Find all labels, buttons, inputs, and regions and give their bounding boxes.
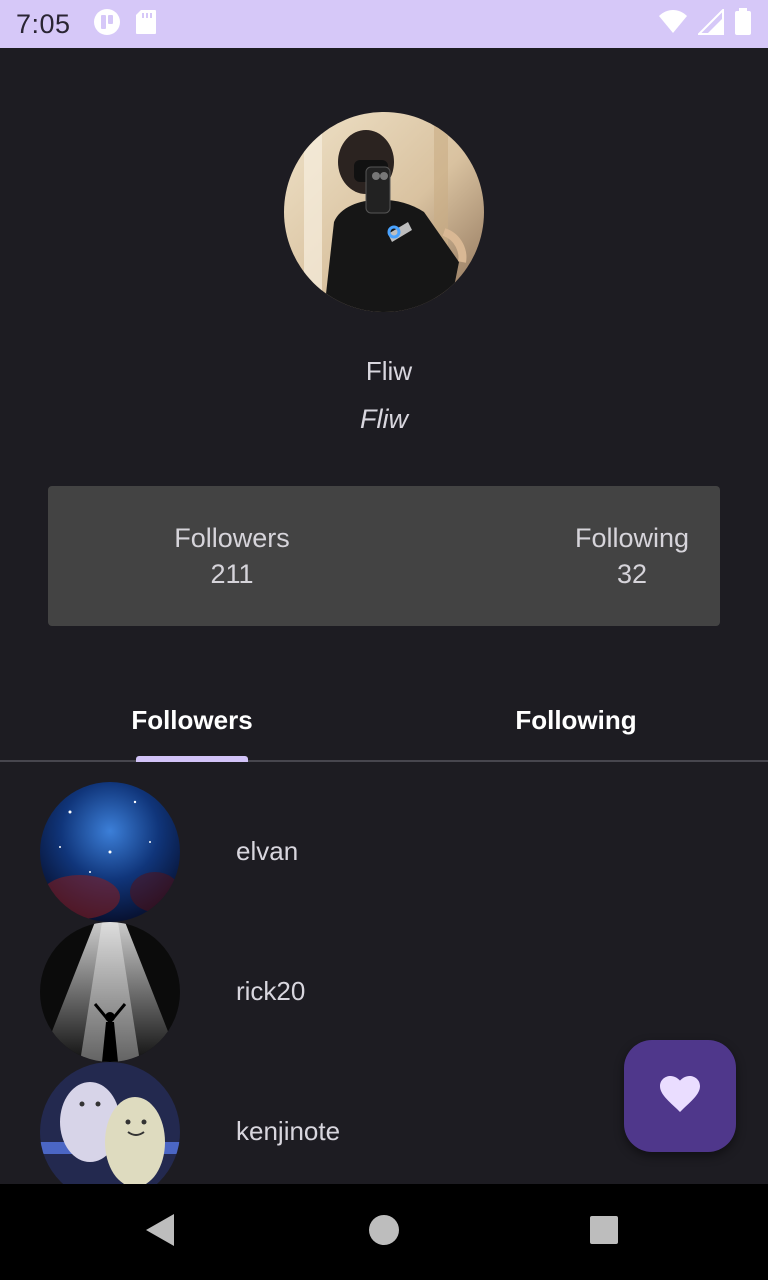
stats-card: Followers 211 Following 32 bbox=[48, 486, 720, 626]
sd-card-icon bbox=[135, 9, 157, 40]
battery-icon bbox=[734, 7, 752, 41]
recents-icon bbox=[589, 1215, 619, 1250]
navigation-bar bbox=[0, 1184, 768, 1280]
list-item-username: elvan bbox=[236, 836, 299, 866]
status-bar: 7:05 bbox=[0, 0, 768, 48]
cell-signal-icon bbox=[696, 7, 724, 40]
tab-bar: Followers Following bbox=[0, 680, 768, 762]
following-stat-label: Following bbox=[574, 523, 690, 553]
favorite-fab[interactable] bbox=[624, 1040, 736, 1152]
wifi-icon bbox=[658, 9, 688, 40]
list-item[interactable]: elvan bbox=[0, 782, 768, 922]
following-count: 32 bbox=[616, 559, 648, 589]
tab-followers[interactable]: Followers bbox=[0, 680, 384, 760]
display-name: Fliw bbox=[365, 356, 413, 386]
heart-icon bbox=[659, 1075, 701, 1118]
list-item-username: kenjinote bbox=[236, 1116, 341, 1146]
back-icon bbox=[144, 1213, 176, 1252]
home-button[interactable] bbox=[336, 1184, 432, 1280]
tab-following[interactable]: Following bbox=[384, 680, 768, 760]
user-avatar bbox=[40, 782, 180, 922]
username: Fliw bbox=[360, 404, 408, 434]
back-button[interactable] bbox=[112, 1184, 208, 1280]
status-right-icons bbox=[658, 0, 752, 48]
status-left-icons bbox=[93, 8, 157, 41]
followers-count: 211 bbox=[210, 559, 254, 589]
followers-stat: Followers 211 bbox=[132, 522, 332, 594]
user-avatar bbox=[40, 922, 180, 1062]
list-item-username: rick20 bbox=[236, 976, 306, 1006]
following-stat: Following 32 bbox=[532, 522, 732, 594]
recents-button[interactable] bbox=[556, 1184, 652, 1280]
status-time: 7:05 bbox=[16, 8, 71, 39]
profile-avatar bbox=[284, 112, 484, 312]
tab-indicator bbox=[136, 756, 248, 762]
home-icon bbox=[368, 1214, 400, 1251]
followers-stat-label: Followers bbox=[174, 523, 290, 553]
user-avatar bbox=[40, 1062, 180, 1184]
app-notification-icon bbox=[93, 8, 121, 41]
screen: 7:05 Fliw Fliw Followers 211 Following 3… bbox=[0, 0, 768, 1280]
